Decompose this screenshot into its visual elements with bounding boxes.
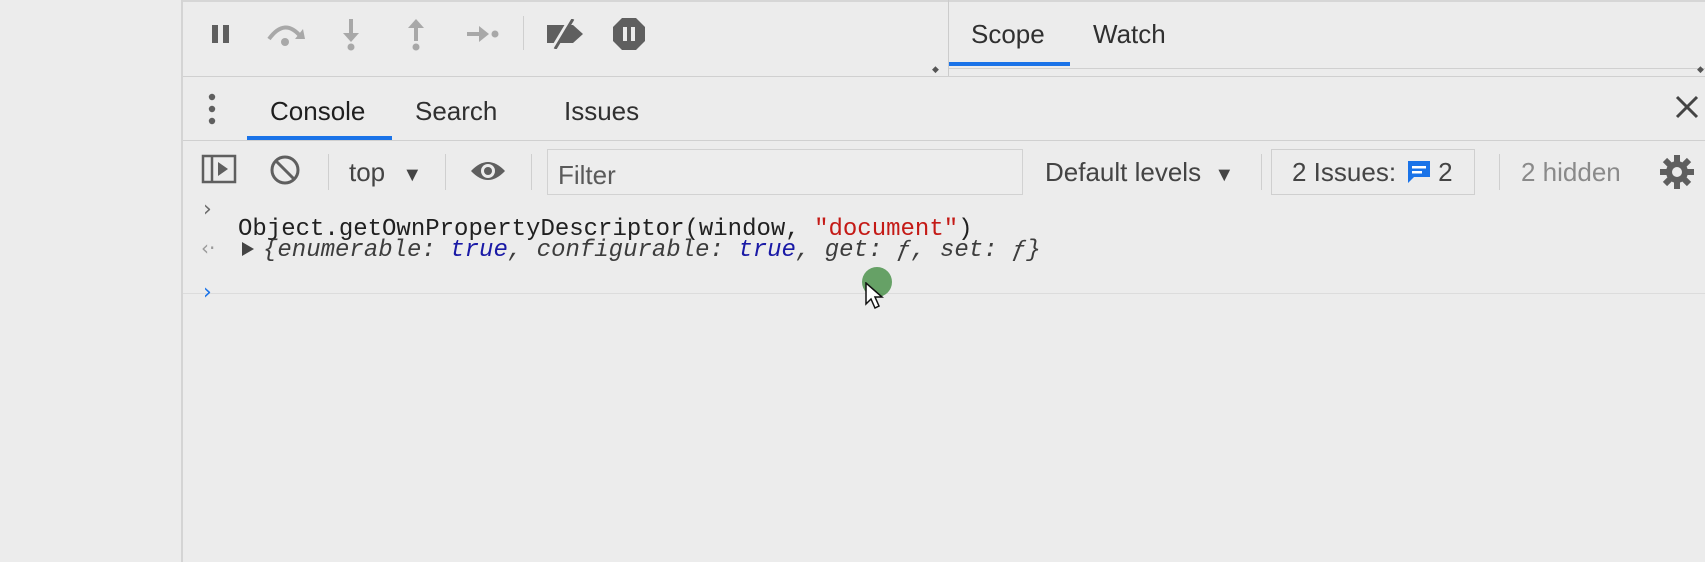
property-value: ƒ (896, 237, 912, 264)
property-value: true (738, 237, 796, 264)
close-icon (1675, 95, 1699, 119)
dropdown-arrow-icon: ▼ (1214, 164, 1235, 186)
divider (328, 154, 329, 190)
tab-search[interactable]: Search (415, 96, 497, 127)
step-icon (467, 26, 499, 42)
result-prompt-icon: ‹· (201, 236, 216, 260)
step-over-icon (267, 25, 305, 46)
resize-dot-icon: ◆ (932, 64, 939, 74)
tab-issues[interactable]: Issues (564, 96, 639, 127)
property-key: set: (939, 237, 998, 264)
context-value: top (349, 157, 386, 187)
property-key: enumerable: (277, 237, 436, 264)
comma: , (795, 237, 811, 264)
log-levels-dropdown[interactable]: Default levels ▼ (1045, 157, 1234, 188)
live-expression-button[interactable] (469, 157, 507, 190)
expand-triangle-icon[interactable] (241, 241, 255, 262)
sidebar-tabs: Scope Watch (949, 0, 1705, 70)
property-key: configurable: (536, 237, 724, 264)
debugger-toolbar (183, 0, 948, 70)
issues-counter-button[interactable]: 2 Issues: 2 (1271, 149, 1475, 195)
tab-scope[interactable]: Scope (971, 19, 1045, 50)
show-sidebar-button[interactable] (201, 154, 237, 189)
block-icon (270, 155, 300, 185)
tab-watch[interactable]: Watch (1093, 19, 1166, 50)
more-vertical-icon (208, 93, 216, 125)
filter-input[interactable]: Filter (547, 149, 1023, 195)
step-into-icon (343, 19, 359, 51)
step-into-button[interactable] (331, 14, 371, 54)
divider (1261, 154, 1262, 190)
pause-on-exceptions-icon (613, 18, 645, 50)
sidebar-toggle-icon (201, 154, 237, 184)
property-key: get: (824, 237, 883, 264)
issues-count: 2 (1438, 156, 1453, 187)
divider (1499, 154, 1500, 190)
eye-icon (471, 162, 505, 180)
divider (183, 0, 948, 2)
context-select[interactable]: top ▼ (349, 157, 422, 188)
pause-icon (212, 25, 229, 43)
pause-button[interactable] (201, 14, 241, 54)
brace-close: } (1026, 237, 1041, 264)
console-output[interactable]: › Object.getOwnPropertyDescriptor(window… (183, 197, 1705, 562)
step-over-button[interactable] (263, 14, 309, 54)
deactivate-breakpoints-icon (547, 19, 583, 49)
active-tab-indicator (949, 62, 1070, 66)
step-button[interactable] (460, 14, 506, 54)
divider (949, 68, 1705, 69)
left-gutter (0, 0, 181, 562)
console-result-object[interactable]: {enumerable: true, configurable: true, g… (263, 237, 1041, 264)
issues-label: 2 Issues: (1292, 156, 1397, 187)
comma: , (911, 237, 926, 264)
drawer-menu-button[interactable] (205, 91, 219, 127)
clear-console-button[interactable] (269, 154, 301, 191)
comma: , (507, 237, 523, 264)
log-levels-label: Default levels (1045, 157, 1202, 187)
console-settings-button[interactable] (1659, 154, 1695, 195)
divider (445, 154, 446, 190)
divider (531, 154, 532, 190)
resize-dot-icon: ◆ (1697, 64, 1704, 74)
step-out-icon (408, 19, 424, 51)
mouse-cursor-icon (865, 281, 885, 315)
property-value: ƒ (1011, 237, 1027, 264)
property-value: true (450, 237, 508, 264)
divider (949, 0, 1705, 2)
input-prompt-icon: › (203, 197, 212, 222)
pause-on-exceptions-button[interactable] (609, 14, 649, 54)
hidden-messages-count: 2 hidden (1521, 157, 1621, 187)
drawer-tab-strip: Console Search Issues (183, 77, 1705, 140)
brace-open: { (263, 237, 278, 264)
tab-console[interactable]: Console (270, 96, 365, 127)
divider (183, 293, 1705, 294)
prompt-chevron-icon: › (203, 280, 212, 305)
gear-icon (1660, 155, 1694, 189)
message-icon (1408, 161, 1431, 183)
deactivate-breakpoints-button[interactable] (541, 14, 589, 54)
dropdown-arrow-icon: ▼ (402, 164, 423, 186)
step-out-button[interactable] (396, 14, 436, 54)
console-toolbar: top ▼ Filter Default levels ▼ 2 Issues: … (183, 141, 1705, 202)
close-drawer-button[interactable] (1673, 93, 1701, 121)
divider (523, 16, 524, 50)
